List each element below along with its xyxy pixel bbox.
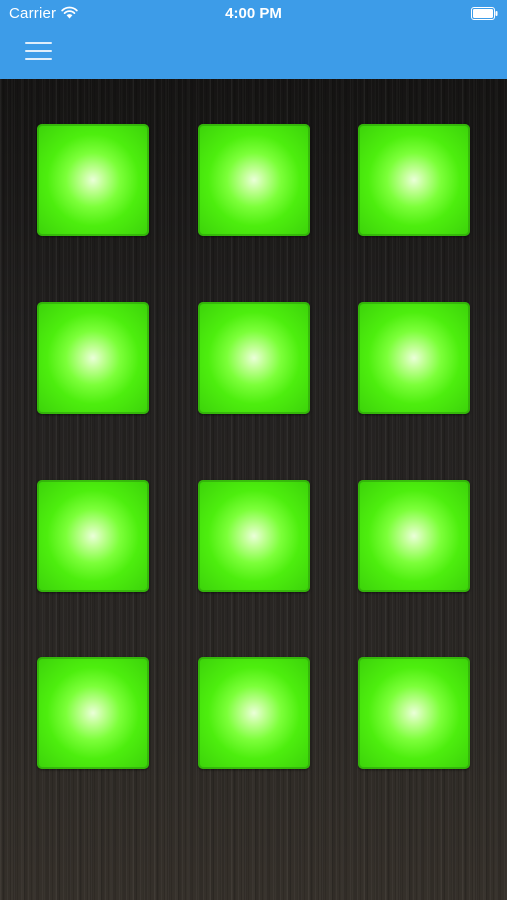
pad-button-r1-c3[interactable] (358, 124, 470, 236)
pad-button-r2-c2[interactable] (198, 302, 310, 414)
pad-button-r3-c1[interactable] (37, 480, 149, 592)
app-screen: Carrier 4:00 PM (0, 0, 507, 900)
battery-icon (471, 7, 498, 20)
status-bar: Carrier 4:00 PM (0, 0, 507, 28)
pad-board (0, 79, 507, 900)
pad-button-r3-c2[interactable] (198, 480, 310, 592)
pad-button-r4-c1[interactable] (37, 657, 149, 769)
pad-button-r2-c3[interactable] (358, 302, 470, 414)
pad-button-r4-c2[interactable] (198, 657, 310, 769)
pad-button-r4-c3[interactable] (358, 657, 470, 769)
hamburger-menu-icon[interactable] (19, 36, 59, 66)
clock-time: 4:00 PM (225, 5, 282, 22)
pad-button-r3-c3[interactable] (358, 480, 470, 592)
top-bar: Carrier 4:00 PM (0, 0, 507, 79)
pad-button-r1-c1[interactable] (37, 124, 149, 236)
pad-button-r2-c1[interactable] (37, 302, 149, 414)
pad-button-r1-c2[interactable] (198, 124, 310, 236)
